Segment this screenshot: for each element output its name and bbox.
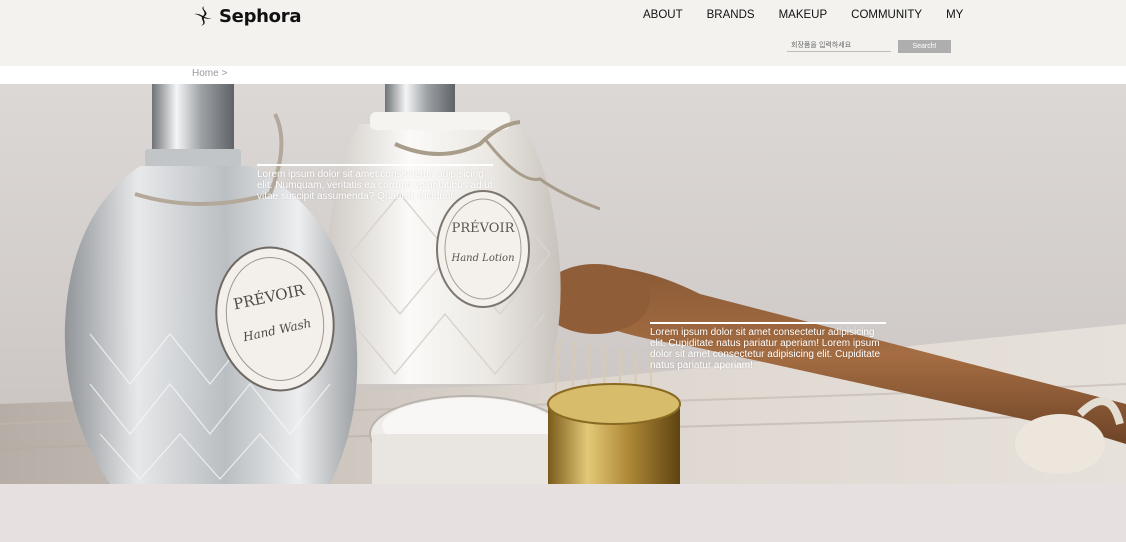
hero-text-1: Lorem ipsum dolor sit amet consectetur, … bbox=[257, 169, 493, 202]
lotion-label-type: Hand Lotion bbox=[450, 253, 514, 264]
hero-banner: PRÉVOIR Hand Lotion PRÉVOIR Hand Wash Lo… bbox=[0, 84, 1126, 484]
nav-community[interactable]: COMMUNITY bbox=[851, 9, 922, 21]
nav-my[interactable]: MY bbox=[946, 9, 963, 21]
hero-text-2: Lorem ipsum dolor sit amet consectetur a… bbox=[650, 327, 881, 371]
hero-text-block-2: Lorem ipsum dolor sit amet consectetur a… bbox=[650, 322, 886, 371]
brand-name: Sephora bbox=[219, 5, 302, 27]
nav-makeup[interactable]: MAKEUP bbox=[779, 9, 828, 21]
lotion-label-brand: PRÉVOIR bbox=[452, 220, 516, 236]
search-button[interactable]: Search! bbox=[898, 40, 951, 53]
hero-text-rule-1 bbox=[257, 164, 493, 166]
breadcrumb-bar: Home > bbox=[0, 66, 1126, 84]
hero-image: PRÉVOIR Hand Lotion PRÉVOIR Hand Wash bbox=[0, 84, 1126, 484]
breadcrumb-home[interactable]: Home > bbox=[192, 68, 227, 79]
hero-text-rule-2 bbox=[650, 322, 886, 324]
hero-text-block-1: Lorem ipsum dolor sit amet consectetur, … bbox=[257, 164, 493, 202]
search-input[interactable] bbox=[787, 39, 891, 52]
site-header: Sephora ABOUT BRANDS MAKEUP COMMUNITY MY… bbox=[0, 0, 1126, 66]
nav-about[interactable]: ABOUT bbox=[643, 9, 683, 21]
nav-brands[interactable]: BRANDS bbox=[707, 9, 755, 21]
main-nav: ABOUT BRANDS MAKEUP COMMUNITY MY bbox=[643, 9, 963, 21]
brand-logo[interactable]: Sephora bbox=[192, 5, 301, 27]
sephora-flame-icon bbox=[194, 6, 212, 26]
